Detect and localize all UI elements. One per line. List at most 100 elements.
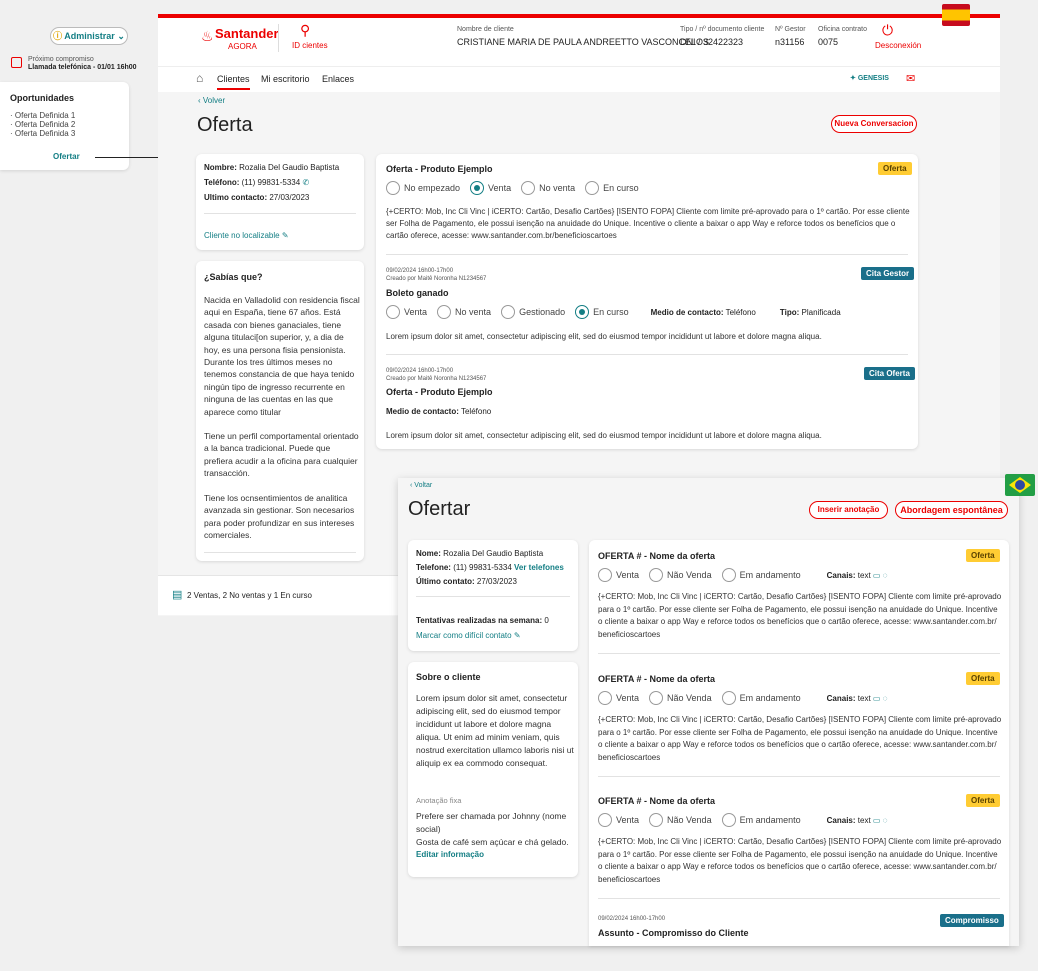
offer-tag: Oferta	[966, 549, 1000, 562]
channels-row: Canais: text ▭ ◌	[826, 693, 888, 703]
brazil-flag-icon	[1005, 474, 1035, 496]
divider	[204, 213, 356, 214]
radio-venta[interactable]: Venta	[470, 181, 511, 195]
phone-label: Teléfono:	[204, 178, 240, 187]
last-contact-value: 27/03/2023	[269, 193, 310, 202]
info-icon: ⓘ	[53, 31, 63, 41]
sabias-paragraph: Tiene un perfil comportamental orientado…	[204, 431, 359, 479]
attempts-row: Tentativas realizadas na semana: 0	[416, 616, 549, 625]
radio-venda[interactable]: Venta	[598, 568, 639, 582]
divider	[204, 552, 356, 553]
administrar-label: Administrar	[64, 31, 115, 41]
opportunity-item[interactable]: · Oferta Definida 3	[10, 129, 75, 138]
insert-note-button[interactable]: Inserir anotação	[809, 501, 888, 519]
doc-value: DNI / 32422323	[680, 37, 744, 47]
offer-status-radios: Venta Não Venda Em andamento Canais: tex…	[598, 691, 887, 705]
back-link[interactable]: ‹ Voltar	[410, 482, 432, 489]
search-icon[interactable]: ⚲	[300, 22, 310, 39]
name-label: Nombre:	[204, 163, 237, 172]
opportunity-item[interactable]: · Oferta Definida 2	[10, 120, 75, 129]
appointment-date: 09/02/2024 16h00-17h00	[598, 916, 666, 922]
gestor-label: Nº Gestor	[775, 26, 806, 33]
offer-title: OFERTA # - Nome da oferta	[598, 674, 716, 684]
offer-title: Oferta - Produto Ejemplo	[386, 164, 493, 174]
back-label: Voltar	[414, 482, 433, 489]
radio-nao-venda[interactable]: Não Venda	[649, 813, 712, 827]
offer-description: {+CERTO: Mob, Inc Cli Vinc | iCERTO: Car…	[598, 715, 1002, 762]
radio-em-andamento[interactable]: Em andamento	[721, 691, 801, 705]
nav-enlaces[interactable]: Enlaces	[322, 74, 354, 84]
power-icon[interactable]: ⏻	[882, 22, 893, 39]
radio-no-venta[interactable]: No venta	[521, 181, 575, 195]
about-text: Lorem ipsum dolor sit amet, consectetur …	[416, 693, 574, 768]
radio-venda[interactable]: Venta	[598, 691, 639, 705]
genesis-label: GENESIS	[857, 75, 889, 82]
offer-title: OFERTA # - Nome da oferta	[598, 796, 716, 806]
back-label: Volver	[202, 96, 226, 105]
brand-logo[interactable]: Santander	[215, 26, 279, 41]
offer-description: {+CERTO: Mob, Inc Cli Vinc | iCERTO: Car…	[598, 592, 1002, 639]
administrar-button[interactable]: ⓘ Administrar ⌄	[50, 27, 128, 45]
opportunity-item[interactable]: · Oferta Definida 1	[10, 111, 75, 120]
client-card: Nome: Rozalia Del Gaudio Baptista Telefo…	[408, 540, 578, 651]
radio-no-venta[interactable]: No venta	[437, 305, 491, 319]
client-last-row: Ultimo contacto: 27/03/2023	[204, 193, 309, 202]
not-localizable-link[interactable]: Cliente no localizable ✎	[204, 231, 289, 240]
chevron-down-icon: ⌄	[117, 31, 125, 41]
home-icon[interactable]: ⌂	[196, 71, 203, 85]
client-name-row: Nome: Rozalia Del Gaudio Baptista	[416, 549, 544, 558]
edit-icon: ✎	[281, 231, 289, 240]
radio-en-curso[interactable]: En curso	[585, 181, 639, 195]
summary-text: 2 Ventas, 2 No ventas y 1 En curso	[187, 591, 312, 600]
mark-difficult-link[interactable]: Marcar como difícil contato ✎	[416, 631, 521, 640]
see-phones-link[interactable]: Ver telefones	[514, 563, 564, 572]
doc-label: Tipo / nº documento cliente	[680, 26, 765, 33]
sabias-card: ¿Sabías que? Nacida en Valladolid con re…	[196, 261, 364, 561]
nav-mi-escritorio[interactable]: Mi escritorio	[261, 74, 310, 84]
radio-gestionado[interactable]: Gestionado	[501, 305, 565, 319]
phone-icon[interactable]: ✆	[302, 178, 309, 187]
spontaneous-approach-button[interactable]: Abordagem espontânea	[895, 501, 1008, 519]
appointment-status-radios: Venta No venta Gestionado En curso Medio…	[386, 305, 841, 319]
brand-sub: AGORA	[228, 42, 257, 51]
br-page: ‹ Voltar Ofertar Inserir anotação Aborda…	[398, 478, 1019, 946]
radio-venda[interactable]: Venta	[598, 813, 639, 827]
id-clientes-link[interactable]: ID cientes	[292, 41, 328, 50]
radio-nao-venda[interactable]: Não Venda	[649, 691, 712, 705]
santander-flame-icon: ♨	[201, 28, 214, 44]
gestor-value: n31156	[775, 37, 805, 47]
client-name: CRISTIANE MARIA DE PAULA ANDREETTO VASCO…	[457, 37, 710, 47]
last-contact-label: Ultimo contacto:	[204, 193, 268, 202]
channels-row: Canais: text ▭ ◌	[826, 815, 888, 825]
offer-tag: Oferta	[966, 672, 1000, 685]
client-label: Nombre de cliente	[457, 26, 514, 33]
chevron-left-icon: ‹	[410, 482, 413, 489]
new-conversation-button[interactable]: Nueva Conversacion	[831, 115, 917, 133]
appointment-date: 09/02/2024 16h00-17h00	[386, 268, 454, 274]
radio-em-andamento[interactable]: Em andamento	[721, 568, 801, 582]
medio-row: Medio de contacto: Teléfono	[386, 407, 492, 416]
ofertar-link[interactable]: Ofertar	[53, 152, 80, 161]
sabias-paragraph: Nacida en Valladolid con residencia fisc…	[204, 295, 360, 417]
genesis-link[interactable]: ✦ GENESIS	[850, 74, 889, 82]
radio-no-empezado[interactable]: No empezado	[386, 181, 460, 195]
radio-em-andamento[interactable]: Em andamento	[721, 813, 801, 827]
back-link[interactable]: ‹ Volver	[198, 96, 225, 105]
mail-icon[interactable]: ✉	[906, 72, 915, 85]
radio-en-curso[interactable]: En curso	[575, 305, 629, 319]
offer-status-radios: Venta Não Venda Em andamento Canais: tex…	[598, 568, 887, 582]
appointment-description: Lorem ipsum dolor sit amet, consectetur …	[386, 431, 822, 440]
nav-clientes[interactable]: Clientes	[217, 74, 250, 90]
radio-nao-venda[interactable]: Não Venda	[649, 568, 712, 582]
edit-icon: ✎	[513, 631, 521, 640]
radio-venta[interactable]: Venta	[386, 305, 427, 319]
oficina-label: Oficina contrato	[818, 26, 868, 33]
client-card: Nombre: Rozalia Del Gaudio Baptista Telé…	[196, 154, 364, 250]
edit-info-link[interactable]: Editar informação	[416, 850, 484, 859]
logout-link[interactable]: Desconexión	[875, 41, 921, 50]
next-appointment-value: Llamada telefónica - 01/01 16h00	[28, 64, 137, 71]
offer-tag: Oferta	[966, 794, 1000, 807]
offer-tag: Oferta	[878, 162, 912, 175]
divider	[386, 254, 908, 255]
appointment-date: 09/02/2024 16h00-17h00	[386, 368, 454, 374]
